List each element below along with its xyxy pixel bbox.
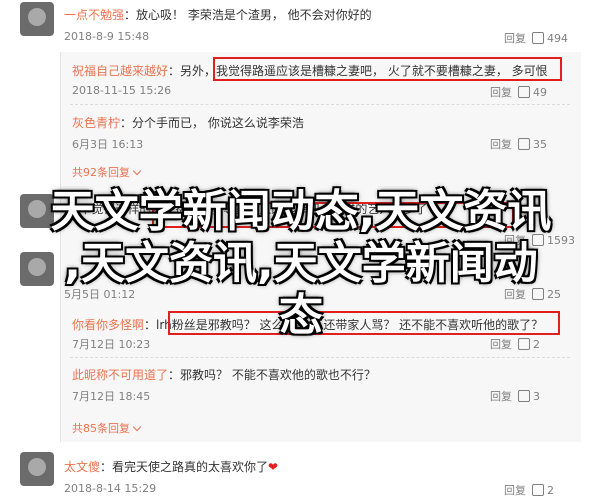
divider <box>70 357 570 358</box>
comment-text: 放心吸！ 李荣浩是个渣男， 他不会对你好的 <box>136 8 372 22</box>
username[interactable]: 祝福自己越来越好 <box>72 64 168 78</box>
comment-actions: 回复 49 <box>490 84 547 100</box>
like-count: 3 <box>533 389 540 403</box>
like-button[interactable]: 494 <box>532 32 568 45</box>
like-button[interactable]: 2 <box>532 484 554 497</box>
like-count: 494 <box>547 31 568 45</box>
overlay-line-2: ,天文资讯,天文学新闻动 <box>64 238 538 289</box>
reply-button[interactable]: 回复 <box>490 388 512 404</box>
thumb-up-icon <box>532 484 544 496</box>
reply-button[interactable]: 回复 <box>490 136 512 152</box>
like-count: 49 <box>533 85 547 99</box>
thumb-up-icon <box>518 138 530 150</box>
timestamp: 2018-11-15 15:26 <box>72 84 172 97</box>
comment-actions: 回复 35 <box>490 136 547 152</box>
highlight-box <box>213 57 562 81</box>
timestamp: 7月12日 18:45 <box>72 390 151 403</box>
avatar[interactable] <box>20 452 54 486</box>
comment-text: 看完天使之路真的太喜欢你了 <box>112 460 269 474</box>
like-count: 35 <box>533 137 547 151</box>
comment-actions: 回复 494 <box>504 30 568 46</box>
reply-button[interactable]: 回复 <box>490 84 512 100</box>
avatar[interactable] <box>20 2 54 36</box>
timestamp: 6月3日 16:13 <box>72 138 144 151</box>
overlay-line-1: 天文学新闻动态,天文资讯 <box>50 186 552 237</box>
like-count: 2 <box>547 483 554 497</box>
thumb-up-icon <box>518 390 530 402</box>
reply-button[interactable]: 回复 <box>504 482 526 498</box>
reply-line: 灰色青柠：分个手而已， 你说这么说李荣浩 <box>72 116 304 130</box>
like-button[interactable]: 35 <box>518 138 547 151</box>
reply-button[interactable]: 回复 <box>504 30 526 46</box>
like-button[interactable]: 49 <box>518 86 547 99</box>
thumb-up-icon <box>532 32 544 44</box>
reply-line: 此昵称不可用道了：邪教吗？ 不能不喜欢他的歌也不行？ <box>72 368 376 382</box>
comment-actions: 回复 2 <box>504 482 554 498</box>
more-replies-link[interactable]: 共85条回复 <box>72 420 142 436</box>
chevron-down-icon <box>132 166 142 176</box>
timestamp: 2018-8-14 15:29 <box>64 482 157 495</box>
comment-line: 太文傻：看完天使之路真的太喜欢你了❤ <box>64 460 279 474</box>
overlay-headline: 天文学新闻动态,天文资讯 ,天文资讯,天文学新闻动 态 <box>0 186 602 342</box>
comment-actions: 回复 3 <box>490 388 540 404</box>
username[interactable]: 一点不勉强 <box>64 8 124 22</box>
heart-icon: ❤ <box>268 460 279 474</box>
like-button[interactable]: 3 <box>518 390 540 403</box>
more-replies-link[interactable]: 共92条回复 <box>72 164 142 180</box>
divider <box>70 104 570 105</box>
thumb-up-icon <box>518 86 530 98</box>
overlay-line-3: 态 <box>279 290 323 341</box>
username[interactable]: 太文傻 <box>64 460 100 474</box>
comment-line: 一点不勉强：放心吸！ 李荣浩是个渣男， 他不会对你好的 <box>64 8 372 22</box>
reply-text: 邪教吗？ 不能不喜欢他的歌也不行？ <box>180 368 376 382</box>
chevron-down-icon <box>132 422 142 432</box>
username[interactable]: 灰色青柠 <box>72 116 120 130</box>
username[interactable]: 此昵称不可用道了 <box>72 368 168 382</box>
timestamp: 2018-8-9 15:48 <box>64 30 150 43</box>
reply-text: 分个手而已， 你说这么说李荣浩 <box>132 116 304 130</box>
